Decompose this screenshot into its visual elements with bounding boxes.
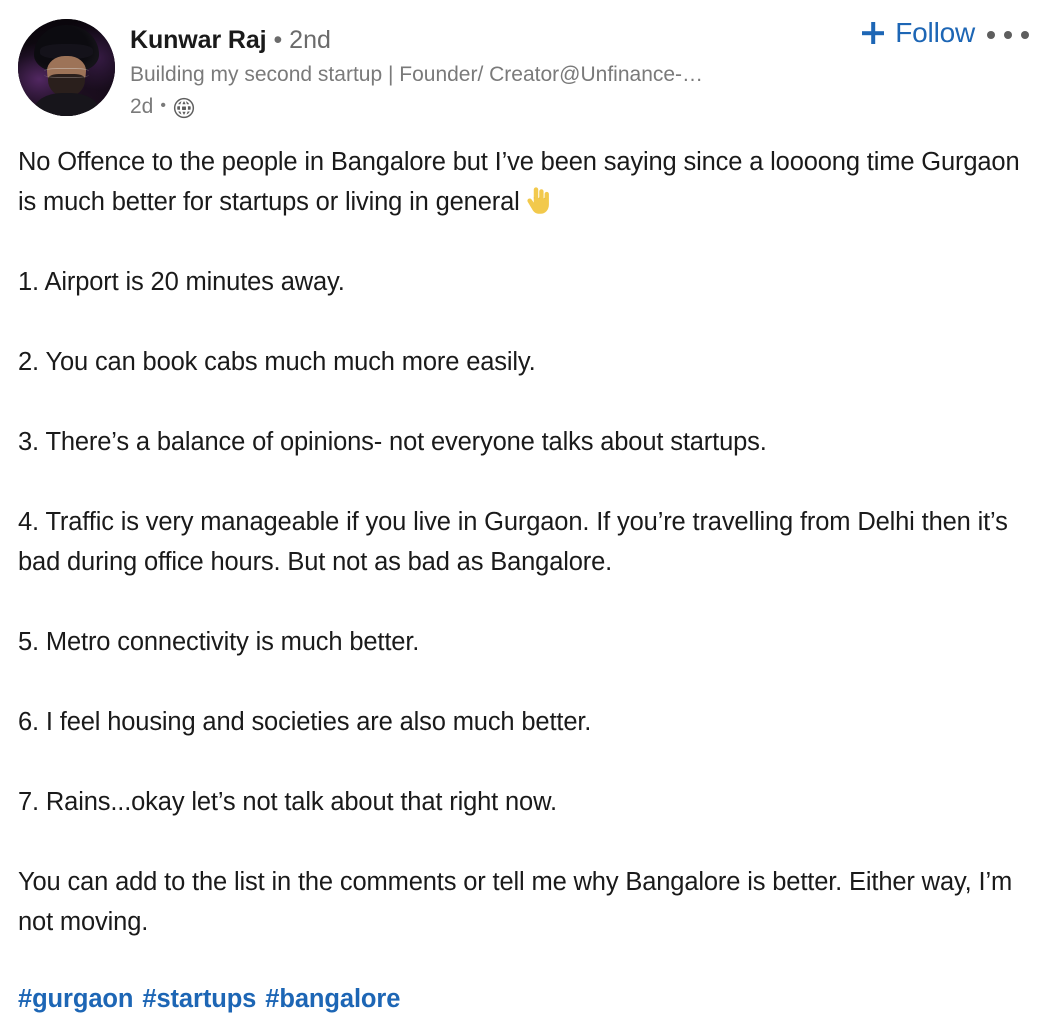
post-paragraph: 2. You can book cabs much much more easi… bbox=[18, 348, 536, 376]
author-name[interactable]: Kunwar Raj bbox=[130, 26, 267, 54]
hashtag-startups[interactable]: #startups bbox=[142, 985, 256, 1013]
post-paragraph: 5. Metro connectivity is much better. bbox=[18, 628, 420, 656]
avatar-shoulders bbox=[33, 92, 100, 116]
meta-separator: • bbox=[160, 97, 166, 114]
post-meta: 2d • bbox=[130, 92, 810, 122]
post-paragraph: You can add to the list in the comments … bbox=[18, 868, 1013, 936]
post-header: Kunwar Raj • 2nd Building my second star… bbox=[0, 0, 1052, 132]
plus-icon bbox=[860, 20, 886, 46]
point-down-emoji bbox=[524, 186, 551, 216]
avatar-photo bbox=[18, 19, 115, 116]
globe-icon bbox=[173, 97, 195, 119]
avatar[interactable] bbox=[18, 19, 115, 116]
more-options-button[interactable] bbox=[982, 22, 1034, 48]
post-paragraph: 1. Airport is 20 minutes away. bbox=[18, 268, 345, 296]
ellipsis-icon bbox=[1021, 31, 1029, 39]
post-paragraph: No Offence to the people in Bangalore bu… bbox=[18, 142, 1024, 222]
hashtag-bangalore[interactable]: #bangalore bbox=[265, 985, 400, 1013]
ellipsis-icon bbox=[1004, 31, 1012, 39]
hashtag-gurgaon[interactable]: #gurgaon bbox=[18, 985, 133, 1013]
post-paragraph: 7. Rains...okay let’s not talk about tha… bbox=[18, 788, 557, 816]
post-timestamp: 2d bbox=[130, 95, 154, 118]
author-headline: Building my second startup | Founder/ Cr… bbox=[130, 63, 704, 86]
connection-degree: • 2nd bbox=[273, 26, 331, 54]
author-block: Kunwar Raj • 2nd Building my second star… bbox=[130, 22, 810, 122]
author-name-line: Kunwar Raj • 2nd bbox=[130, 22, 810, 58]
post-paragraph: 3. There’s a balance of opinions- not ev… bbox=[18, 428, 767, 456]
ellipsis-icon bbox=[987, 31, 995, 39]
post-paragraph: 4. Traffic is very manageable if you liv… bbox=[18, 508, 1008, 576]
post-content: No Offence to the people in Bangalore bu… bbox=[18, 142, 1024, 942]
follow-button-label: Follow bbox=[895, 17, 975, 48]
hashtag-list: #gurgaon #startups #bangalore bbox=[18, 982, 409, 1016]
follow-button[interactable]: Follow bbox=[860, 18, 975, 48]
post-paragraph: 6. I feel housing and societies are also… bbox=[18, 708, 592, 736]
avatar-glasses bbox=[44, 67, 89, 79]
linkedin-post: Kunwar Raj • 2nd Building my second star… bbox=[0, 0, 1052, 1022]
post-paragraph-text: No Offence to the people in Bangalore bu… bbox=[18, 148, 1020, 216]
